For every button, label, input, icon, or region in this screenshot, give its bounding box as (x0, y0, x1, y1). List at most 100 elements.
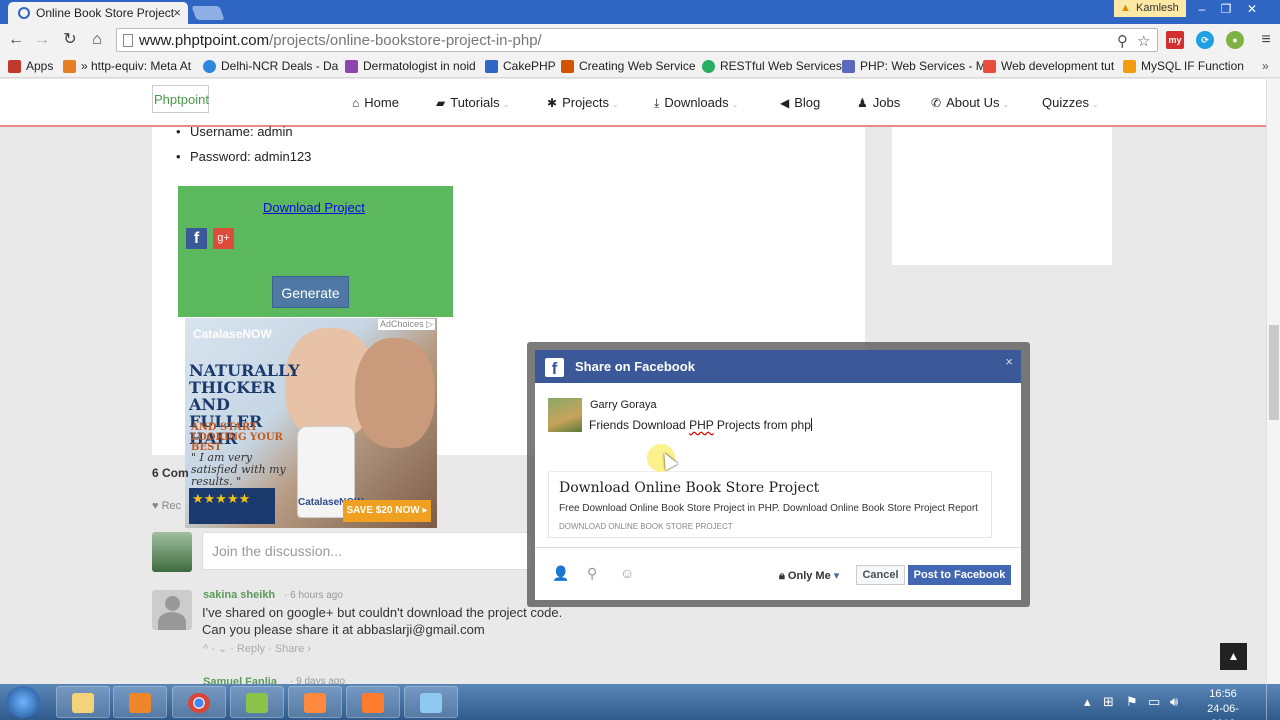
ad-save-button[interactable]: SAVE $20 NOW ▸ (343, 500, 431, 522)
scroll-to-top-button[interactable]: ▲ (1220, 643, 1247, 670)
taskbar-clock[interactable]: 16:56 24-06-2016 (1198, 687, 1248, 720)
maximize-button[interactable]: ❐ (1214, 0, 1238, 18)
taskbar-explorer[interactable] (56, 686, 110, 718)
bookmark-icon (561, 60, 574, 73)
show-desktop-button[interactable] (1266, 684, 1280, 720)
preview-title: Download Online Book Store Project (559, 480, 820, 496)
location-pin-icon[interactable]: ⚲ (587, 565, 597, 582)
address-bar[interactable]: www.phptpoint.com/projects/online-bookst… (116, 28, 1158, 52)
download-icon: ⤓ (654, 96, 660, 110)
page-icon (123, 34, 133, 47)
profile-button[interactable]: ▲ Kamlesh (1114, 0, 1186, 17)
start-button[interactable] (6, 686, 40, 718)
back-button[interactable]: ← (6, 30, 26, 50)
cancel-button[interactable]: Cancel (856, 565, 905, 585)
chevron-down-icon: ⌄ (731, 100, 739, 109)
generate-button[interactable]: Generate (272, 276, 349, 308)
bookmark-restful[interactable]: RESTful Web Services (702, 59, 842, 73)
nav-downloads[interactable]: ⤓ Downloads ⌄ (654, 95, 738, 111)
nav-jobs[interactable]: ♟ Jobs (857, 95, 900, 110)
share-user-name: Garry Goraya (590, 399, 657, 411)
gear-icon: ✱ (547, 96, 558, 110)
tray-volume-icon[interactable]: 🔊︎ (1170, 694, 1178, 710)
facebook-share-dialog: f Share on Facebook × Garry Goraya Frien… (535, 350, 1021, 600)
comment-author[interactable]: sakina sheikh (203, 589, 275, 601)
advertisement[interactable]: CatalaseNOW AdChoices ▷ NATURALLY THICKE… (185, 318, 437, 528)
reload-button[interactable]: ↻ (60, 30, 80, 50)
adchoices-icon[interactable]: AdChoices ▷ (378, 319, 435, 330)
browser-toolbar: ← → ↻ ⌂ www.phptpoint.com/projects/onlin… (0, 24, 1280, 56)
search-icon[interactable]: ⚲ (1117, 32, 1128, 50)
bookmark-star-icon[interactable]: ☆ (1137, 32, 1150, 50)
taskbar-app-camera[interactable] (346, 686, 400, 718)
sidebar-panel (892, 127, 1112, 265)
bookmark-mysql-if[interactable]: MySQL IF Function (1123, 59, 1244, 73)
taskbar-media-player[interactable] (113, 686, 167, 718)
recorder-icon (304, 693, 326, 713)
comment-time: · 9 days ago (290, 676, 346, 684)
nav-home[interactable]: ⌂ Home (352, 95, 399, 110)
close-window-button[interactable]: ✕ (1240, 0, 1264, 18)
tray-flag-icon[interactable]: ⚑ (1126, 694, 1138, 710)
privacy-selector[interactable]: 🔒︎ Only Me ▾ (779, 569, 839, 583)
site-logo[interactable]: Phptpoint (152, 85, 209, 113)
tab-online-book-store[interactable]: Online Book Store Project × (8, 2, 188, 24)
commenter-avatar (152, 590, 192, 630)
bookmark-cakephp[interactable]: CakePHP (485, 59, 556, 73)
username-item: Username: admin (176, 124, 293, 139)
nav-tutorials[interactable]: ▰ Tutorials ⌄ (436, 95, 509, 110)
page-scrollbar[interactable] (1266, 79, 1280, 684)
bookmark-dermatologist[interactable]: Dermatologist in noid (345, 59, 476, 73)
clock-time: 16:56 (1209, 688, 1237, 700)
bookmark-apps[interactable]: Apps (8, 59, 53, 73)
share-message-input[interactable]: Friends Download PHP Projects from php (589, 418, 812, 432)
preview-source: DOWNLOAD ONLINE BOOK STORE PROJECT (559, 522, 733, 531)
site-navbar: Phptpoint ⌂ Home ▰ Tutorials ⌄ ✱ Projects ⌄ ⤓… (0, 79, 1266, 127)
tag-friends-icon[interactable]: 👤 (552, 565, 569, 582)
chevron-down-icon: ⌄ (502, 100, 510, 109)
nav-quizzes[interactable]: Quizzes ⌄ (1042, 95, 1099, 110)
bookmark-php-web-services[interactable]: PHP: Web Services - M (842, 59, 986, 73)
taskbar-app-orange[interactable] (288, 686, 342, 718)
bookmark-http-equiv[interactable]: » http-equiv: Meta At (63, 59, 191, 73)
taskbar-app-green[interactable] (230, 686, 284, 718)
post-to-facebook-button[interactable]: Post to Facebook (908, 565, 1011, 585)
bookmark-web-development[interactable]: Web development tut (983, 59, 1114, 73)
taskbar-app-blue[interactable] (404, 686, 458, 718)
comment-author[interactable]: Samuel Fanlia (203, 676, 277, 684)
extension-my-icon[interactable]: my (1166, 31, 1184, 49)
tray-chevron-icon[interactable]: ▴ (1084, 694, 1091, 710)
extension-green-icon[interactable]: ● (1226, 31, 1244, 49)
link-preview-card[interactable]: Download Online Book Store Project Free … (548, 471, 992, 538)
tab-close-icon[interactable]: × (173, 5, 181, 20)
bookmarks-overflow-icon[interactable]: » (1262, 59, 1269, 73)
download-project-link[interactable]: Download Project (263, 200, 365, 215)
recommend-button[interactable]: ♥ Rec (152, 500, 181, 512)
home-icon[interactable]: ⌂ (87, 30, 107, 50)
windows-taskbar: ▴ ⊞ ⚑ ▭ 🔊︎ 16:56 24-06-2016 (0, 684, 1280, 720)
comment-input[interactable]: Join the discussion... (202, 532, 532, 570)
menu-icon[interactable]: ≡ (1256, 30, 1276, 50)
minimize-button[interactable]: – (1190, 0, 1214, 18)
taskbar-chrome[interactable] (172, 686, 226, 718)
facebook-share-icon[interactable]: f (186, 228, 207, 249)
comment-time[interactable]: · 6 hours ago (284, 590, 343, 601)
bookmark-creating-web-service[interactable]: Creating Web Service (561, 59, 696, 73)
bookmark-delhi-ncr[interactable]: Delhi-NCR Deals - Da (203, 59, 338, 73)
chevron-down-icon: ▾ (833, 570, 840, 582)
tray-windows-icon[interactable]: ⊞ (1103, 694, 1114, 710)
nav-about-us[interactable]: ✆ About Us ⌄ (931, 95, 1009, 110)
comment-actions[interactable]: ^ · ⌄ · Reply · Share › (203, 642, 311, 655)
emoji-icon[interactable]: ☺ (620, 565, 634, 581)
extension-blue-icon[interactable]: ⟳ (1196, 31, 1214, 49)
forward-button[interactable]: → (32, 30, 52, 50)
facebook-logo-icon: f (545, 358, 564, 378)
nav-projects[interactable]: ✱ Projects ⌄ (547, 95, 619, 110)
google-plus-share-icon[interactable]: g+ (213, 228, 234, 249)
tab-favicon-icon (18, 7, 30, 19)
scrollbar-thumb[interactable] (1269, 325, 1279, 420)
new-tab-button[interactable] (191, 6, 225, 20)
close-icon[interactable]: × (1005, 354, 1013, 369)
tray-network-icon[interactable]: ▭ (1148, 694, 1160, 710)
nav-blog[interactable]: ◀ Blog (780, 95, 820, 110)
